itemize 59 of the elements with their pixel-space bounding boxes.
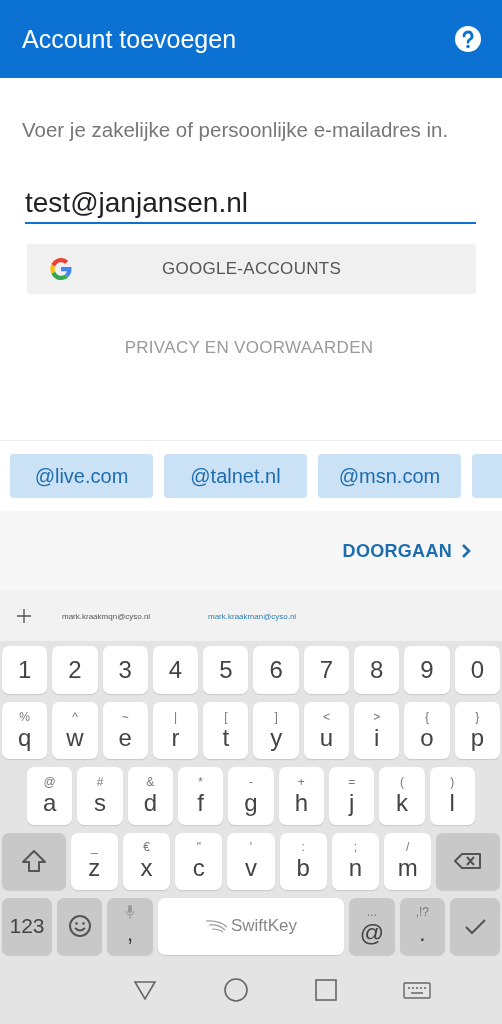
- key[interactable]: 7: [303, 646, 350, 695]
- help-icon[interactable]: [454, 25, 482, 53]
- symbols-key[interactable]: 123: [2, 897, 52, 955]
- key[interactable]: " c: [175, 832, 223, 890]
- key[interactable]: } p: [454, 702, 500, 760]
- key[interactable]: @ a: [27, 767, 73, 825]
- key[interactable]: 4: [152, 646, 199, 695]
- suggestion[interactable]: mark.kraakman@cyso.nl: [208, 611, 354, 621]
- emoji-key[interactable]: [57, 897, 103, 955]
- email-field[interactable]: test@janjansen.nl: [25, 187, 476, 224]
- app-bar-title: Account toevoegen: [22, 24, 237, 54]
- key[interactable]: : b: [279, 832, 327, 890]
- key[interactable]: # s: [77, 767, 123, 825]
- key[interactable]: { o: [404, 702, 450, 760]
- key[interactable]: 0: [454, 646, 500, 695]
- plus-icon[interactable]: [16, 608, 32, 624]
- key[interactable]: 5: [203, 646, 249, 695]
- key[interactable]: ... @: [349, 897, 395, 955]
- key[interactable]: + h: [278, 767, 324, 825]
- key[interactable]: 8: [354, 646, 400, 695]
- chevron-right-icon: [460, 543, 472, 559]
- key[interactable]: ' v: [227, 832, 275, 890]
- key[interactable]: ,!? .: [399, 897, 446, 955]
- key[interactable]: = j: [328, 767, 375, 825]
- key[interactable]: ( k: [379, 767, 425, 825]
- key[interactable]: ^ w: [52, 702, 98, 760]
- key[interactable]: 3: [102, 646, 148, 695]
- suggestion[interactable]: mark.kraakmqn@cyso.nl: [62, 611, 208, 621]
- key[interactable]: 6: [253, 646, 299, 695]
- key[interactable]: / m: [384, 832, 432, 890]
- space-bar[interactable]: SwiftKey: [157, 897, 345, 955]
- domain-chip[interactable]: @talnet.nl: [164, 454, 307, 498]
- key[interactable]: & d: [127, 767, 173, 825]
- key[interactable]: - g: [228, 767, 274, 825]
- key[interactable]: | r: [152, 702, 199, 760]
- key[interactable]: < u: [303, 702, 350, 760]
- key[interactable]: 9: [404, 646, 450, 695]
- key[interactable]: 2: [52, 646, 98, 695]
- microphone-icon: [124, 905, 137, 920]
- backspace-key[interactable]: [436, 832, 501, 890]
- key[interactable]: > i: [354, 702, 400, 760]
- key[interactable]: 1: [2, 646, 48, 695]
- key[interactable]: ; n: [331, 832, 380, 890]
- domain-chip[interactable]: @live.com: [10, 454, 153, 498]
- domain-chip[interactable]: @msn.com: [318, 454, 461, 498]
- key[interactable]: _ z: [70, 832, 118, 890]
- key[interactable]: € x: [122, 832, 171, 890]
- home-icon[interactable]: [221, 976, 250, 1004]
- continue-button[interactable]: DOORGAAN: [342, 540, 472, 562]
- shift-key[interactable]: [2, 832, 66, 890]
- key[interactable]: ] y: [253, 702, 299, 760]
- key[interactable]: ) l: [429, 767, 475, 825]
- key[interactable]: [ t: [203, 702, 249, 760]
- key[interactable]: ,: [107, 897, 153, 955]
- key[interactable]: * f: [178, 767, 224, 825]
- google-accounts-button[interactable]: GOOGLE-ACCOUNTS: [27, 244, 476, 294]
- instruction-text: Voer je zakelijke of persoonlijke e-mailadres in.: [22, 117, 450, 143]
- key[interactable]: % q: [2, 702, 48, 760]
- key[interactable]: ~ e: [102, 702, 148, 760]
